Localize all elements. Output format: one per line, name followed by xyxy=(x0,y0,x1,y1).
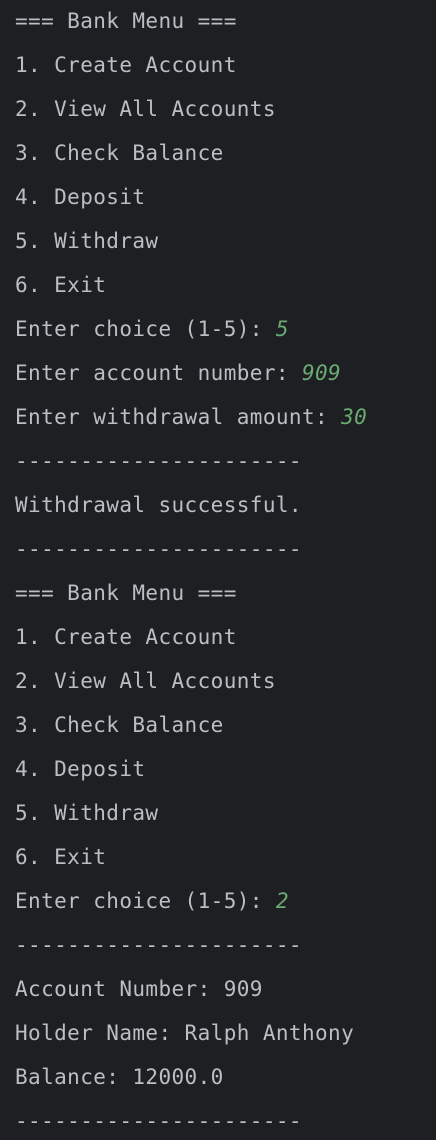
user-input-withdrawal-amount: 30 xyxy=(341,405,368,429)
menu-item-withdraw: 5. Withdraw xyxy=(15,229,159,253)
menu-item-check-balance: 3. Check Balance xyxy=(15,141,224,165)
withdrawal-amount-prompt: Enter withdrawal amount: 30 xyxy=(15,405,368,429)
user-input-account-number: 909 xyxy=(301,361,342,385)
separator: ---------------------- xyxy=(15,933,302,957)
balance-line: Balance: 12000.0 xyxy=(15,1065,224,1089)
menu-item-withdraw: 5. Withdraw xyxy=(15,801,159,825)
separator: ---------------------- xyxy=(15,449,302,473)
account-number-line: Account Number: 909 xyxy=(15,977,263,1001)
menu-item-create-account: 1. Create Account xyxy=(15,53,237,77)
menu-item-exit: 6. Exit xyxy=(15,273,107,297)
menu-title: === Bank Menu === xyxy=(15,9,237,33)
console-output[interactable]: === Bank Menu === 1. Create Account 2. V… xyxy=(0,0,436,1140)
choice-prompt: Enter choice (1-5): 2 xyxy=(15,889,289,913)
menu-item-view-all-accounts: 2. View All Accounts xyxy=(15,669,276,693)
separator: ---------------------- xyxy=(15,537,302,561)
menu-item-check-balance: 3. Check Balance xyxy=(15,713,224,737)
menu-item-create-account: 1. Create Account xyxy=(15,625,237,649)
user-input-choice: 5 xyxy=(275,317,289,341)
menu-item-deposit: 4. Deposit xyxy=(15,185,146,209)
choice-prompt: Enter choice (1-5): 5 xyxy=(15,317,289,341)
menu-item-deposit: 4. Deposit xyxy=(15,757,146,781)
account-number-prompt: Enter account number: 909 xyxy=(15,361,342,385)
status-message: Withdrawal successful. xyxy=(15,493,302,517)
menu-item-view-all-accounts: 2. View All Accounts xyxy=(15,97,276,121)
menu-title: === Bank Menu === xyxy=(15,581,237,605)
menu-item-exit: 6. Exit xyxy=(15,845,107,869)
holder-name-line: Holder Name: Ralph Anthony xyxy=(15,1021,355,1045)
separator: ---------------------- xyxy=(15,1109,302,1133)
user-input-choice: 2 xyxy=(275,889,289,913)
